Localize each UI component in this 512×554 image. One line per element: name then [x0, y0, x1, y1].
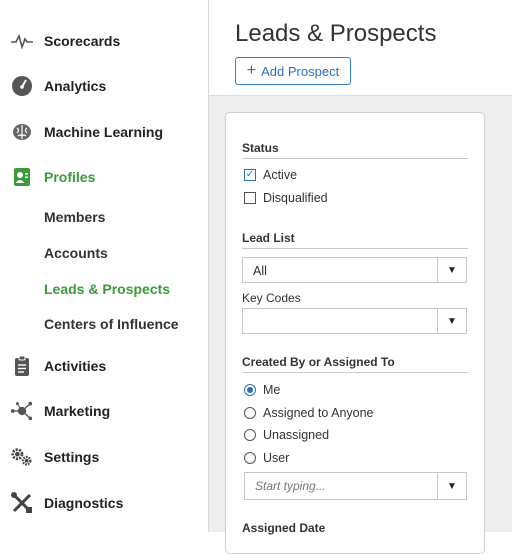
page-title: Leads & Prospects — [235, 20, 437, 47]
nav-marketing-label: Marketing — [44, 403, 111, 419]
network-icon — [10, 399, 34, 423]
filter-panel: Status ✓ Active Disqualified Lead List A… — [225, 112, 485, 554]
subnav-leads-prospects[interactable]: Leads & Prospects — [44, 281, 170, 297]
content-area: Status ✓ Active Disqualified Lead List A… — [209, 96, 512, 554]
created-by-section-title: Created By or Assigned To — [242, 355, 468, 373]
created-by-me-label: Me — [263, 383, 281, 397]
sidebar: Scorecards Analytics Machine Learning Pr… — [0, 0, 209, 532]
nav-scorecards[interactable]: Scorecards — [10, 28, 120, 54]
nav-marketing[interactable]: Marketing — [10, 398, 110, 424]
nav-profiles[interactable]: Profiles — [10, 164, 95, 190]
clipboard-icon — [10, 354, 34, 378]
nav-scorecards-label: Scorecards — [44, 33, 121, 49]
subnav-centers-of-influence[interactable]: Centers of Influence — [44, 316, 179, 332]
status-disqualified-label: Disqualified — [263, 191, 328, 205]
key-codes-label: Key Codes — [242, 291, 301, 305]
user-label: User — [263, 451, 290, 465]
nav-activities[interactable]: Activities — [10, 353, 106, 379]
nav-diagnostics[interactable]: Diagnostics — [10, 490, 123, 516]
nav-settings-label: Settings — [44, 449, 100, 465]
nav-activities-label: Activities — [44, 358, 107, 374]
unassigned-label: Unassigned — [263, 428, 330, 442]
profile-card-icon — [10, 165, 34, 189]
nav-machine-learning-label: Machine Learning — [44, 124, 164, 140]
status-section-title: Status — [242, 141, 468, 159]
lead-list-select[interactable]: All ▼ — [242, 257, 467, 283]
subnav-members[interactable]: Members — [44, 209, 105, 225]
add-prospect-label: Add Prospect — [261, 63, 340, 79]
radio-icon — [244, 452, 256, 464]
caret-down-icon: ▼ — [437, 473, 466, 499]
nav-diagnostics-label: Diagnostics — [44, 495, 124, 511]
assigned-to-anyone-label: Assigned to Anyone — [263, 406, 374, 420]
subnav-accounts[interactable]: Accounts — [44, 245, 108, 261]
radio-selected-icon — [244, 384, 256, 396]
status-disqualified-checkbox[interactable]: Disqualified — [244, 191, 328, 205]
nav-machine-learning[interactable]: Machine Learning — [10, 119, 163, 145]
brain-icon — [10, 120, 34, 144]
assigned-date-section-title: Assigned Date — [242, 521, 326, 535]
nav-analytics-label: Analytics — [44, 78, 107, 94]
plus-icon: + — [246, 62, 257, 79]
caret-down-icon: ▼ — [437, 258, 466, 282]
radio-icon — [244, 429, 256, 441]
created-by-me-radio[interactable]: Me — [244, 383, 280, 397]
user-search-field[interactable]: ▼ — [244, 472, 467, 500]
caret-down-icon: ▼ — [437, 309, 466, 333]
gauge-icon — [10, 74, 34, 98]
page-header: Leads & Prospects + Add Prospect — [209, 0, 512, 96]
user-radio[interactable]: User — [244, 451, 289, 465]
radio-icon — [244, 407, 256, 419]
pulse-icon — [10, 29, 34, 53]
lead-list-value: All — [253, 264, 267, 278]
checkbox-icon — [244, 192, 256, 204]
checkbox-checked-icon: ✓ — [244, 169, 256, 181]
user-search-input[interactable] — [253, 478, 437, 494]
lead-list-section-title: Lead List — [242, 231, 468, 249]
status-active-checkbox[interactable]: ✓ Active — [244, 168, 297, 182]
gears-icon — [10, 445, 34, 469]
nav-analytics[interactable]: Analytics — [10, 73, 106, 99]
add-prospect-button[interactable]: + Add Prospect — [235, 57, 351, 85]
nav-profiles-label: Profiles — [44, 169, 96, 185]
tools-icon — [10, 491, 34, 515]
nav-settings[interactable]: Settings — [10, 444, 99, 470]
key-codes-select[interactable]: ▼ — [242, 308, 467, 334]
unassigned-radio[interactable]: Unassigned — [244, 428, 329, 442]
status-active-label: Active — [263, 168, 298, 182]
assigned-to-anyone-radio[interactable]: Assigned to Anyone — [244, 406, 374, 420]
